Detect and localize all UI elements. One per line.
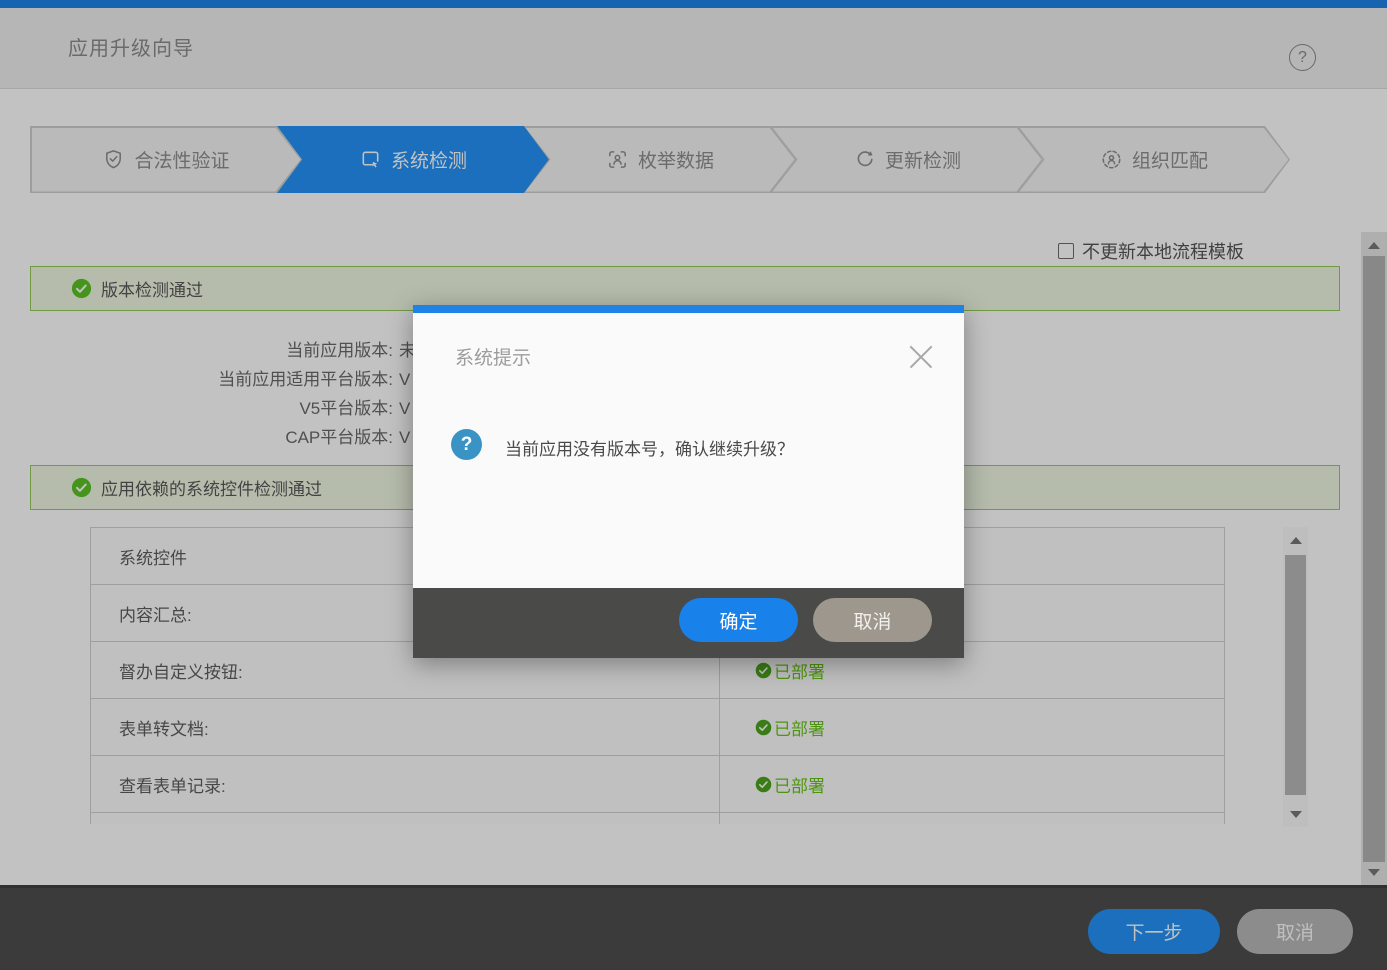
dialog-title: 系统提示: [455, 348, 532, 369]
dialog-message: 当前应用没有版本号，确认继续升级？: [505, 440, 794, 459]
app-upgrade-wizard-window: 应用升级向导 ? 合法性验证 系统检测 枚举数据 更新检测 组织匹配 不更新本地…: [0, 0, 1387, 970]
dialog-accent-strip: [413, 305, 964, 313]
question-icon: ?: [451, 429, 482, 460]
system-prompt-dialog: 系统提示 ? 当前应用没有版本号，确认继续升级？ 确定 取消: [413, 305, 964, 658]
close-icon[interactable]: [905, 341, 937, 373]
dialog-cancel-button[interactable]: 取消: [813, 598, 932, 642]
confirm-button[interactable]: 确定: [679, 598, 798, 642]
dialog-footer: 确定 取消: [413, 588, 964, 658]
